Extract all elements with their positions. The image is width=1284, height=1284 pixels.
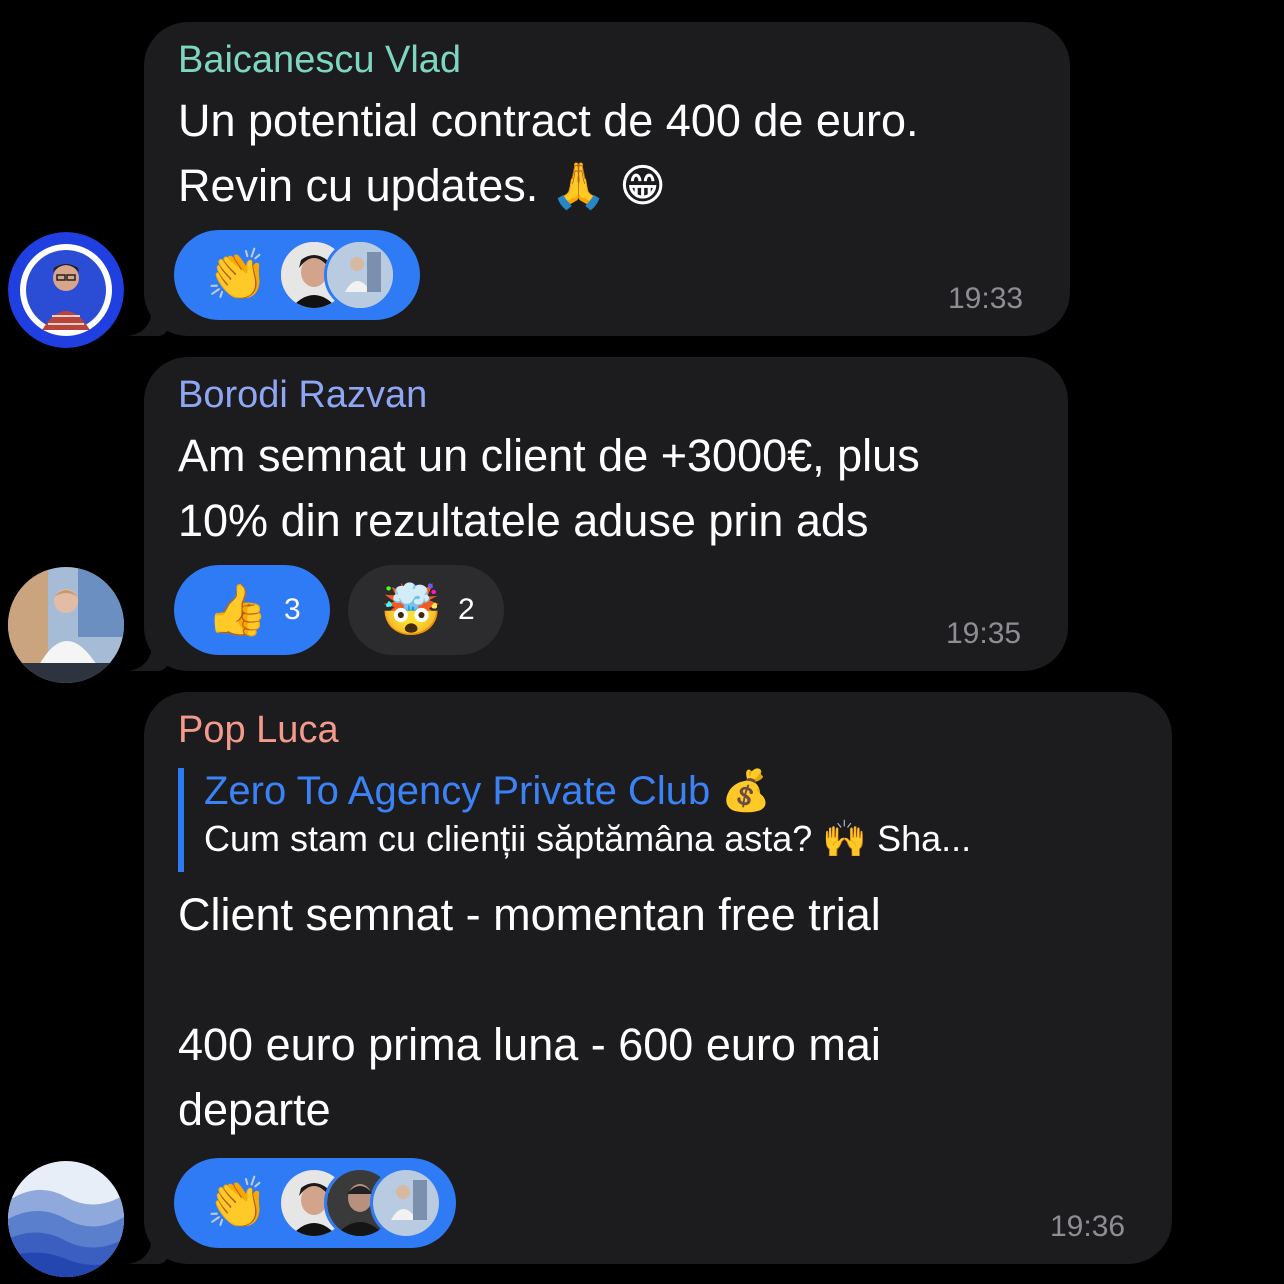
timestamp: 19:35 xyxy=(946,617,1022,650)
clap-icon: 👏 xyxy=(206,1174,269,1232)
sender-name[interactable]: Borodi Razvan xyxy=(178,373,427,417)
reaction-count: 2 xyxy=(458,593,475,626)
sender-name[interactable]: Baicanescu Vlad xyxy=(178,38,461,82)
timestamp: 19:33 xyxy=(948,282,1024,315)
avatar-pop-luca[interactable] xyxy=(8,1161,124,1277)
avatar-borodi-razvan[interactable] xyxy=(8,567,124,683)
bubble-tail xyxy=(128,637,168,671)
reaction-thumbs-up[interactable]: 👍 3 xyxy=(174,565,330,655)
avatar-sitting-person xyxy=(324,239,396,311)
thumbs-up-icon: 👍 xyxy=(206,581,269,639)
reply-text: Cum stam cu clienții săptămâna asta? 🙌 S… xyxy=(204,818,972,859)
avatar-baicanescu-vlad[interactable] xyxy=(8,232,124,348)
reply-title: Zero To Agency Private Club 💰 xyxy=(204,769,772,813)
message-bubble[interactable]: Baicanescu Vlad Un potential contract de… xyxy=(144,22,1070,336)
message-text: Am semnat un client de +3000€, plus 10% … xyxy=(178,430,920,546)
message-bubble[interactable]: Borodi Razvan Am semnat un client de +30… xyxy=(144,357,1068,671)
exploding-head-icon: 🤯 xyxy=(380,581,443,639)
reaction-clap[interactable]: 👏 xyxy=(174,1158,456,1248)
reply-quote[interactable]: Zero To Agency Private Club 💰 Cum stam c… xyxy=(178,768,971,872)
reaction-count: 3 xyxy=(284,593,301,626)
message-text: Un potential contract de 400 de euro. Re… xyxy=(178,95,919,211)
message-bubble[interactable]: Pop Luca Zero To Agency Private Club 💰 C… xyxy=(144,692,1172,1264)
bubble-tail xyxy=(128,1230,168,1264)
message-text: Client semnat - momentan free trial 400 … xyxy=(178,889,881,1135)
reaction-clap[interactable]: 👏 xyxy=(174,230,420,320)
sender-name[interactable]: Pop Luca xyxy=(178,708,339,752)
bubble-tail xyxy=(128,302,168,336)
reaction-mind-blown[interactable]: 🤯 2 xyxy=(348,565,504,655)
clap-icon: 👏 xyxy=(206,246,269,304)
avatar-sitting-person xyxy=(370,1167,442,1239)
timestamp: 19:36 xyxy=(1050,1210,1126,1243)
chat-thread: Baicanescu Vlad Un potential contract de… xyxy=(0,0,1284,1284)
